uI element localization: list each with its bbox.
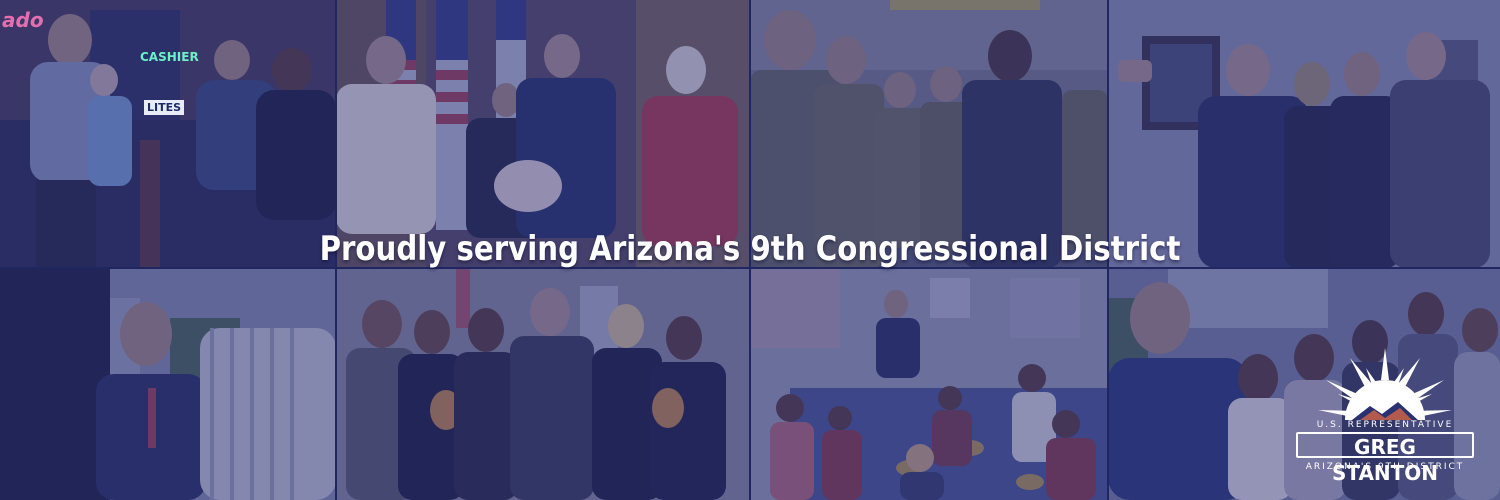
sun-rays-icon <box>1318 348 1452 420</box>
logo-district-line: ARIZONA'S 9TH DISTRICT <box>1305 462 1465 472</box>
logo-name: GREG STANTON <box>1296 432 1474 485</box>
banner-headline: Proudly serving Arizona's 9th Congressio… <box>319 229 1181 269</box>
photo-diner-meet-and-greet: ado CASHIER LITES <box>0 0 336 268</box>
photo-selfie-group <box>1108 0 1500 268</box>
sign-lites: LITES <box>144 100 185 115</box>
neon-sign-cashier: CASHIER <box>140 50 199 64</box>
neon-sign-ado: ado <box>2 8 44 32</box>
photo-group-mascot-signs <box>336 268 750 500</box>
profile-banner: ado CASHIER LITES Proudly serving Arizon… <box>0 0 1500 500</box>
photo-outdoor-conversation <box>0 268 336 500</box>
logo-title-line: U.S. REPRESENTATIVE <box>1316 420 1454 430</box>
photo-classroom-reading <box>750 268 1108 500</box>
representative-logo: U.S. REPRESENTATIVE GREG STANTON ARIZONA… <box>1290 340 1480 485</box>
